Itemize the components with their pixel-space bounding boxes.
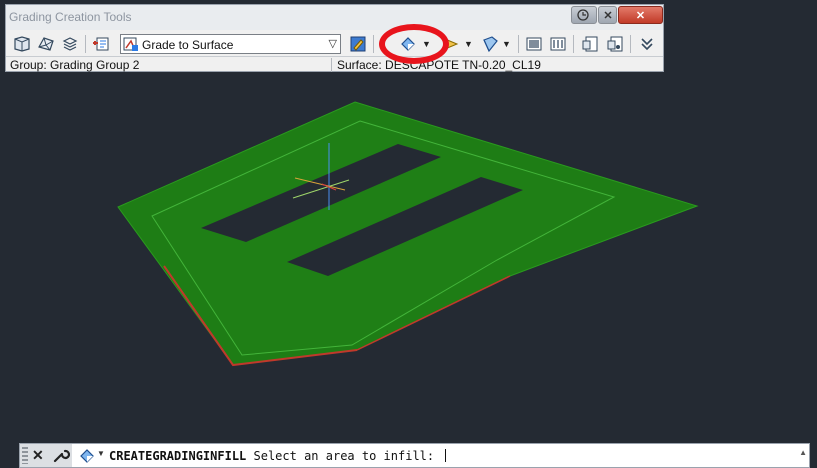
wrench-icon[interactable] xyxy=(52,446,70,464)
drawing-viewport[interactable] xyxy=(0,72,817,440)
grade-to-surface-icon xyxy=(123,37,138,51)
command-line[interactable]: ✕ ▼ CREATEGRADINGINFILL Select an area t… xyxy=(19,443,810,468)
grading-elevation-button[interactable] xyxy=(524,34,544,54)
grading-status-row: Group: Grading Group 2 Surface: DESCAPOT… xyxy=(6,56,663,73)
create-grading-dropdown[interactable]: ▼ xyxy=(464,39,473,49)
command-prompt-text: Select an area to infill: xyxy=(246,449,442,463)
command-prompt[interactable]: CREATEGRADINGINFILL Select an area to in… xyxy=(109,449,447,463)
annotation-highlight-circle xyxy=(379,24,449,64)
help-icon xyxy=(577,9,589,21)
close-icon: ✕ xyxy=(635,9,646,22)
command-history-arrow-icon[interactable]: ▲ xyxy=(799,448,807,457)
grading-criteria-icon xyxy=(93,37,109,51)
grading-criteria-select[interactable]: Grade to Surface ▽ xyxy=(120,34,341,54)
raise-lower-dropdown[interactable]: ▼ xyxy=(502,39,511,49)
grading-properties-button[interactable] xyxy=(580,34,600,54)
minimize-icon xyxy=(603,11,612,19)
target-surface-label[interactable]: Surface: DESCAPOTE TN-0.20_CL19 xyxy=(337,58,541,72)
edit-criteria-icon xyxy=(350,36,366,52)
help-button[interactable] xyxy=(571,6,597,24)
recent-commands-dropdown[interactable]: ▼ xyxy=(97,449,105,458)
grading-layers-icon xyxy=(62,37,78,51)
grading-group-label[interactable]: Group: Grading Group 2 xyxy=(10,58,139,72)
grading-criteria-button[interactable] xyxy=(91,34,111,54)
grading-criteria-value: Grade to Surface xyxy=(142,38,234,52)
collapse-toolbar-icon xyxy=(641,38,653,51)
raise-lower-icon xyxy=(483,36,498,53)
toggle-button[interactable] xyxy=(598,6,617,24)
chevron-down-icon: ▽ xyxy=(328,38,337,50)
grading-elevation-icon xyxy=(526,37,542,51)
command-line-grip[interactable]: ✕ xyxy=(20,444,72,467)
grading-properties-icon xyxy=(582,36,598,52)
select-grading-button[interactable] xyxy=(548,34,568,54)
title-bar[interactable]: Grading Creation Tools ✕ xyxy=(6,5,663,30)
grading-editor-icon xyxy=(607,36,623,52)
set-target-surface-icon xyxy=(38,37,54,51)
window-title: Grading Creation Tools xyxy=(9,10,132,24)
create-infill-icon[interactable] xyxy=(78,447,96,465)
close-command-line-icon[interactable]: ✕ xyxy=(32,447,44,464)
set-grading-group-button[interactable] xyxy=(12,34,32,54)
close-button[interactable]: ✕ xyxy=(618,6,663,24)
grading-layers-button[interactable] xyxy=(60,34,80,54)
set-grading-group-icon xyxy=(14,36,30,52)
raise-lower-button[interactable] xyxy=(480,34,500,54)
drag-handle[interactable] xyxy=(22,447,28,464)
text-cursor xyxy=(445,449,447,462)
select-grading-icon xyxy=(550,37,566,51)
grading-editor-button[interactable] xyxy=(605,34,625,54)
collapse-toolbar-button[interactable] xyxy=(637,34,657,54)
edit-criteria-button[interactable] xyxy=(348,34,368,54)
grading-toolbar: Grade to Surface ▽ ▼ ▼ ▼ xyxy=(6,30,663,57)
grading-model xyxy=(117,101,699,367)
command-name: CREATEGRADINGINFILL xyxy=(109,449,247,463)
grading-creation-tools-window: Grading Creation Tools ✕ Grade to Surfac… xyxy=(5,4,664,72)
set-target-surface-button[interactable] xyxy=(36,34,56,54)
